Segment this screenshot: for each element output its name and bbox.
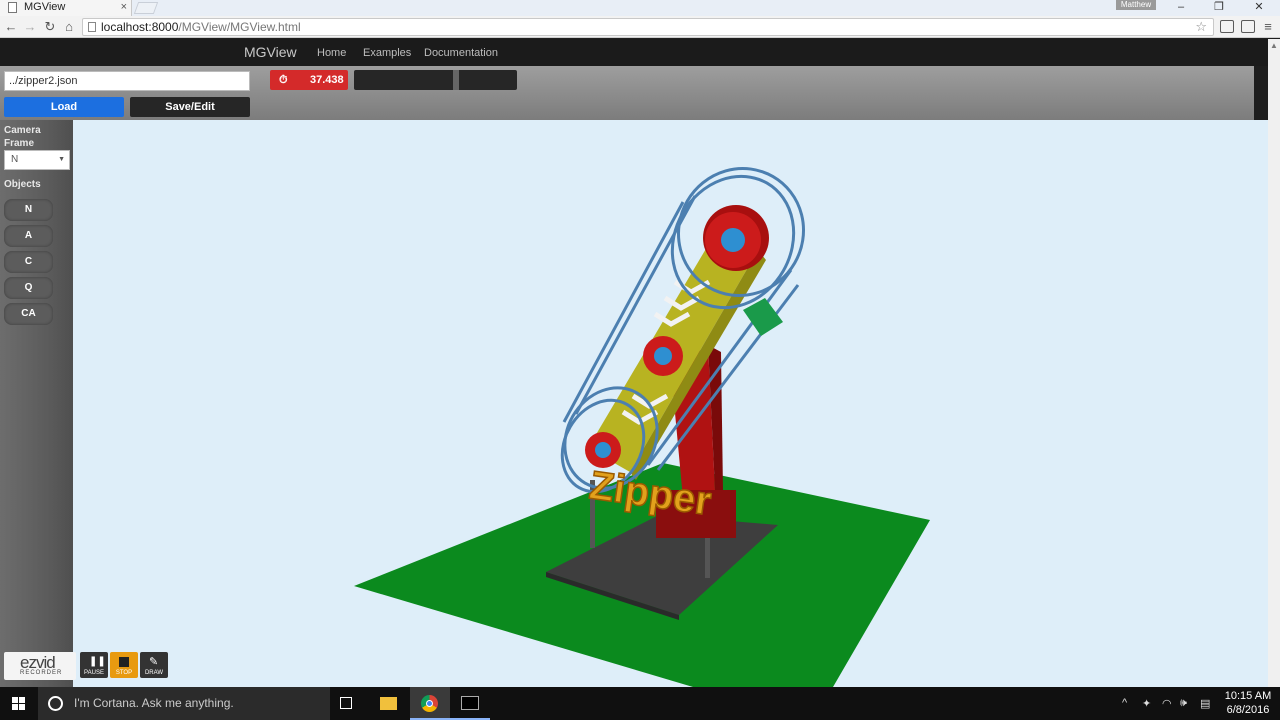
file-explorer-icon[interactable]	[368, 687, 408, 720]
file-path-input[interactable]: ../zipper2.json	[4, 71, 250, 91]
object-button-a[interactable]: A	[4, 225, 53, 247]
url-host: localhost:8000	[101, 20, 179, 34]
hub-middle	[643, 336, 683, 376]
url-path: /MGView/MGView.html	[178, 20, 301, 34]
profile-button[interactable]: Matthew	[1116, 0, 1156, 10]
close-window-button[interactable]: ✕	[1250, 0, 1268, 16]
stop-icon	[119, 657, 129, 667]
page-scrollbar[interactable]: ▲	[1268, 39, 1280, 687]
objects-label: Objects	[4, 179, 41, 190]
scene-render: Zipper	[354, 166, 930, 687]
browser-tab-strip: MGView × Matthew – ❐ ✕	[0, 0, 1280, 16]
pause-icon: ❚❚	[89, 656, 106, 667]
notifications-icon[interactable]: ▤	[1200, 697, 1210, 710]
address-bar[interactable]: localhost:8000/MGView/MGView.html ☆	[82, 18, 1214, 36]
ezvid-logo: ezvid RECORDER	[4, 652, 76, 680]
show-hidden-icons-icon[interactable]: ^	[1122, 697, 1127, 709]
tab-title: MGView	[24, 1, 66, 13]
cortana-placeholder: I'm Cortana. Ask me anything.	[74, 696, 234, 710]
dropdown-caret-icon: ▼	[58, 156, 65, 163]
bookmark-star-icon[interactable]: ☆	[1195, 19, 1207, 35]
scroll-up-icon[interactable]: ▲	[1270, 41, 1278, 50]
back-arrow-icon[interactable]: ←	[3, 19, 19, 35]
new-tab-button[interactable]	[133, 2, 159, 14]
object-button-ca[interactable]: CA	[4, 303, 53, 325]
chrome-taskbar-icon[interactable]	[410, 687, 450, 720]
reload-icon[interactable]: ↻	[42, 19, 58, 35]
draw-label: DRAW	[144, 670, 164, 676]
object-button-c[interactable]: C	[4, 251, 53, 273]
object-button-n[interactable]: N	[4, 199, 53, 221]
play-timer-button[interactable]: ⏱ 37.438	[270, 70, 348, 90]
load-button[interactable]: Load	[4, 97, 124, 117]
draw-button[interactable]: ✎ DRAW	[140, 652, 168, 678]
control-bar: ../zipper2.json Load Save/Edit ⏱ 37.438	[0, 66, 1254, 120]
clock-date: 6/8/2016	[1226, 704, 1270, 716]
stopwatch-icon: ⏱	[279, 74, 288, 86]
windows-start-icon[interactable]	[12, 697, 26, 711]
clock-time: 10:15 AM	[1224, 690, 1272, 702]
nav-examples[interactable]: Examples	[363, 47, 411, 59]
time-value: 37.438	[310, 74, 344, 86]
time-slider[interactable]	[354, 70, 517, 90]
dropbox-icon[interactable]: ✦	[1142, 697, 1151, 710]
cortana-search-box[interactable]: I'm Cortana. Ask me anything.	[38, 687, 330, 720]
pause-button[interactable]: ❚❚ PAUSE	[80, 652, 108, 678]
page-info-icon	[88, 22, 96, 32]
camera-frame-select[interactable]: N ▼	[4, 150, 70, 170]
windows-taskbar: I'm Cortana. Ask me anything. ^ ✦ ◠ 🕪 ▤ …	[0, 687, 1280, 720]
stop-label: STOP	[115, 670, 133, 676]
frame-label: Frame	[4, 138, 35, 149]
task-view-icon[interactable]	[326, 687, 366, 720]
browser-toolbar: ← → ↻ ⌂ localhost:8000/MGView/MGView.htm…	[0, 16, 1280, 38]
taskbar-clock[interactable]: 10:15 AM 6/8/2016	[1222, 689, 1274, 717]
minimize-button[interactable]: –	[1172, 0, 1190, 16]
camera-label: Camera	[4, 125, 41, 136]
hub-bottom	[585, 432, 621, 468]
wifi-icon[interactable]: ◠	[1162, 697, 1172, 710]
stop-button[interactable]: STOP	[110, 652, 138, 678]
extension-icon[interactable]	[1241, 20, 1255, 33]
nav-documentation[interactable]: Documentation	[424, 47, 498, 59]
ezvid-brand-sub: RECORDER	[20, 670, 63, 676]
restore-button[interactable]: ❐	[1210, 0, 1228, 16]
menu-icon[interactable]: ≡	[1260, 19, 1276, 35]
save-edit-button[interactable]: Save/Edit	[130, 97, 250, 117]
app-navbar: MGView Home Examples Documentation	[0, 39, 1268, 66]
volume-icon[interactable]: 🕪	[1180, 697, 1187, 710]
page-icon	[8, 2, 17, 13]
cortana-icon	[48, 696, 63, 711]
forward-arrow-icon[interactable]: →	[22, 19, 38, 35]
camera-frame-value: N	[11, 154, 19, 165]
tab-close-icon[interactable]: ×	[121, 0, 127, 15]
left-panel: Camera Frame N ▼ Objects N A C Q CA	[0, 120, 73, 687]
app-brand[interactable]: MGView	[244, 44, 297, 60]
object-button-q[interactable]: Q	[4, 277, 53, 299]
3d-viewport[interactable]: Zipper	[73, 120, 1268, 687]
home-icon[interactable]: ⌂	[61, 19, 77, 35]
time-slider-handle[interactable]	[453, 70, 459, 90]
pencil-icon: ✎	[149, 656, 159, 668]
cast-icon[interactable]	[1220, 20, 1234, 33]
nav-home[interactable]: Home	[317, 47, 346, 59]
tab-mgview[interactable]: MGView ×	[0, 0, 132, 16]
hub-top	[703, 205, 769, 271]
command-prompt-icon[interactable]	[450, 687, 490, 720]
pause-label: PAUSE	[84, 670, 104, 676]
ezvid-recorder: ezvid RECORDER ❚❚ PAUSE STOP ✎ DRAW	[4, 652, 176, 680]
